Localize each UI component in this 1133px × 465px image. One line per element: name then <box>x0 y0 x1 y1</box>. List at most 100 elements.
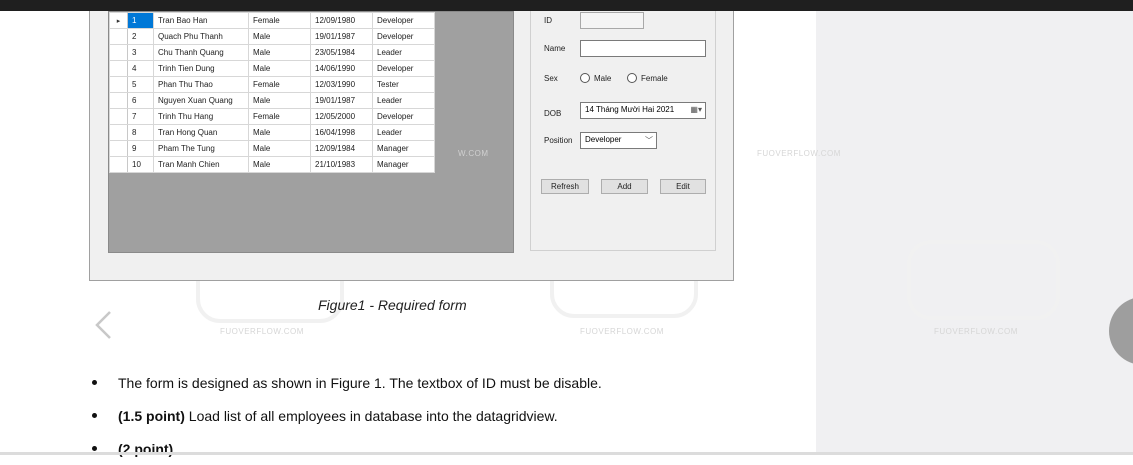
position-label: Position <box>544 136 573 145</box>
cell-name[interactable]: Tran Bao Han <box>153 12 249 29</box>
name-label: Name <box>544 44 566 53</box>
list-item-text: The form is designed as shown in Figure … <box>118 375 602 391</box>
cell-sex[interactable]: Female <box>248 108 311 125</box>
table-row[interactable]: 8 Tran Hong Quan Male 16/04/1998 Leader <box>109 124 435 141</box>
table-row[interactable]: 6 Nguyen Xuan Quang Male 19/01/1987 Leader <box>109 92 435 109</box>
table-row[interactable]: 4 Trinh Tien Dung Male 14/06/1990 Developer <box>109 60 435 77</box>
row-header[interactable] <box>109 108 128 125</box>
cell-id[interactable]: 6 <box>127 92 154 109</box>
row-header[interactable] <box>109 140 128 157</box>
cell-position[interactable]: Developer <box>372 108 435 125</box>
cell-sex[interactable]: Male <box>248 140 311 157</box>
right-panel <box>816 11 1133 455</box>
cell-sex[interactable]: Male <box>248 124 311 141</box>
cell-dob[interactable]: 19/01/1987 <box>310 92 373 109</box>
cell-dob[interactable]: 12/09/1980 <box>310 12 373 29</box>
cell-sex[interactable]: Male <box>248 156 311 173</box>
cell-position[interactable]: Developer <box>372 28 435 45</box>
figure-caption: Figure1 - Required form <box>318 297 467 313</box>
cell-sex[interactable]: Female <box>248 76 311 93</box>
dob-datepicker[interactable]: 14 Tháng Mười Hai 2021 ▦▾ <box>580 102 706 119</box>
table-row[interactable]: 5 Phan Thu Thao Female 12/03/1990 Tester <box>109 76 435 93</box>
cell-name[interactable]: Trinh Thu Hang <box>153 108 249 125</box>
cell-dob[interactable]: 12/09/1984 <box>310 140 373 157</box>
watermark-text: FUOVERFLOW.COM <box>220 327 304 336</box>
cell-position[interactable]: Developer <box>372 60 435 77</box>
watermark-text: FUOVERFLOW.COM <box>580 327 664 336</box>
cell-name[interactable]: Nguyen Xuan Quang <box>153 92 249 109</box>
cell-sex[interactable]: Male <box>248 60 311 77</box>
employee-table: ▸ 1 Tran Bao Han Female 12/09/1980 Developer 2… <box>109 12 435 173</box>
cell-position[interactable]: Tester <box>372 76 435 93</box>
cell-dob[interactable]: 21/10/1983 <box>310 156 373 173</box>
watermark-text: FUOVERFLOW.COM <box>757 149 841 158</box>
cell-name[interactable]: Pham The Tung <box>153 140 249 157</box>
cell-dob[interactable]: 23/05/1984 <box>310 44 373 61</box>
row-header[interactable] <box>109 92 128 109</box>
sex-female-label: Female <box>641 73 668 83</box>
cell-name[interactable]: Quach Phu Thanh <box>153 28 249 45</box>
cell-dob[interactable]: 19/01/1987 <box>310 28 373 45</box>
refresh-button[interactable]: Refresh <box>541 179 589 194</box>
cell-id[interactable]: 7 <box>127 108 154 125</box>
edit-button[interactable]: Edit <box>660 179 706 194</box>
cell-dob[interactable]: 12/05/2000 <box>310 108 373 125</box>
cell-id[interactable]: 4 <box>127 60 154 77</box>
table-row[interactable]: 3 Chu Thanh Quang Male 23/05/1984 Leader <box>109 44 435 61</box>
row-header[interactable] <box>109 28 128 45</box>
radio-circle-icon <box>580 73 590 83</box>
cell-id[interactable]: 10 <box>127 156 154 173</box>
cell-id[interactable]: 9 <box>127 140 154 157</box>
cell-position[interactable]: Leader <box>372 124 435 141</box>
name-textbox[interactable] <box>580 40 706 57</box>
list-item-bold: (1.5 point) <box>118 407 185 424</box>
cell-name[interactable]: Trinh Tien Dung <box>153 60 249 77</box>
row-header[interactable] <box>109 44 128 61</box>
cell-id[interactable]: 1 <box>127 12 154 29</box>
cell-name[interactable]: Phan Thu Thao <box>153 76 249 93</box>
cell-dob[interactable]: 12/03/1990 <box>310 76 373 93</box>
table-row[interactable]: 2 Quach Phu Thanh Male 19/01/1987 Developer <box>109 28 435 45</box>
cell-sex[interactable]: Male <box>248 92 311 109</box>
cell-sex[interactable]: Male <box>248 28 311 45</box>
bullet-icon <box>92 446 97 451</box>
cell-id[interactable]: 5 <box>127 76 154 93</box>
table-row[interactable]: 7 Trinh Thu Hang Female 12/05/2000 Developer <box>109 108 435 125</box>
add-button[interactable]: Add <box>601 179 648 194</box>
cell-position[interactable]: Developer <box>372 12 435 29</box>
employee-datagridview[interactable]: ▸ 1 Tran Bao Han Female 12/09/1980 Developer 2… <box>108 11 514 253</box>
id-textbox <box>580 12 644 29</box>
position-combobox[interactable]: Developer ﹀ <box>580 132 657 149</box>
combo-arrow-icon[interactable]: ﹀ <box>645 135 653 146</box>
watermark-logo <box>907 240 1060 320</box>
cell-position[interactable]: Manager <box>372 140 435 157</box>
row-header[interactable]: ▸ <box>109 12 128 29</box>
cell-dob[interactable]: 16/04/1998 <box>310 124 373 141</box>
cell-position[interactable]: Leader <box>372 44 435 61</box>
row-header[interactable] <box>109 156 128 173</box>
cell-name[interactable]: Tran Hong Quan <box>153 124 249 141</box>
calendar-dropdown-icon[interactable]: ▦▾ <box>690 105 702 114</box>
cell-position[interactable]: Manager <box>372 156 435 173</box>
table-row[interactable]: 9 Pham The Tung Male 12/09/1984 Manager <box>109 140 435 157</box>
back-arrow-icon[interactable] <box>92 310 116 340</box>
sex-label: Sex <box>544 74 558 83</box>
sex-male-radio[interactable]: Male <box>580 73 611 83</box>
cell-sex[interactable]: Female <box>248 12 311 29</box>
cell-dob[interactable]: 14/06/1990 <box>310 60 373 77</box>
row-header[interactable] <box>109 124 128 141</box>
row-header[interactable] <box>109 76 128 93</box>
requirements-list: The form is designed as shown in Figure … <box>92 366 602 465</box>
cell-id[interactable]: 8 <box>127 124 154 141</box>
cell-name[interactable]: Tran Manh Chien <box>153 156 249 173</box>
list-item-body: Load list of all employees in database i… <box>184 407 558 424</box>
cell-id[interactable]: 2 <box>127 28 154 45</box>
cell-name[interactable]: Chu Thanh Quang <box>153 44 249 61</box>
table-row[interactable]: ▸ 1 Tran Bao Han Female 12/09/1980 Developer <box>109 12 435 29</box>
sex-female-radio[interactable]: Female <box>627 73 668 83</box>
cell-sex[interactable]: Male <box>248 44 311 61</box>
cell-position[interactable]: Leader <box>372 92 435 109</box>
row-header[interactable] <box>109 60 128 77</box>
table-row[interactable]: 10 Tran Manh Chien Male 21/10/1983 Manager <box>109 156 435 173</box>
cell-id[interactable]: 3 <box>127 44 154 61</box>
